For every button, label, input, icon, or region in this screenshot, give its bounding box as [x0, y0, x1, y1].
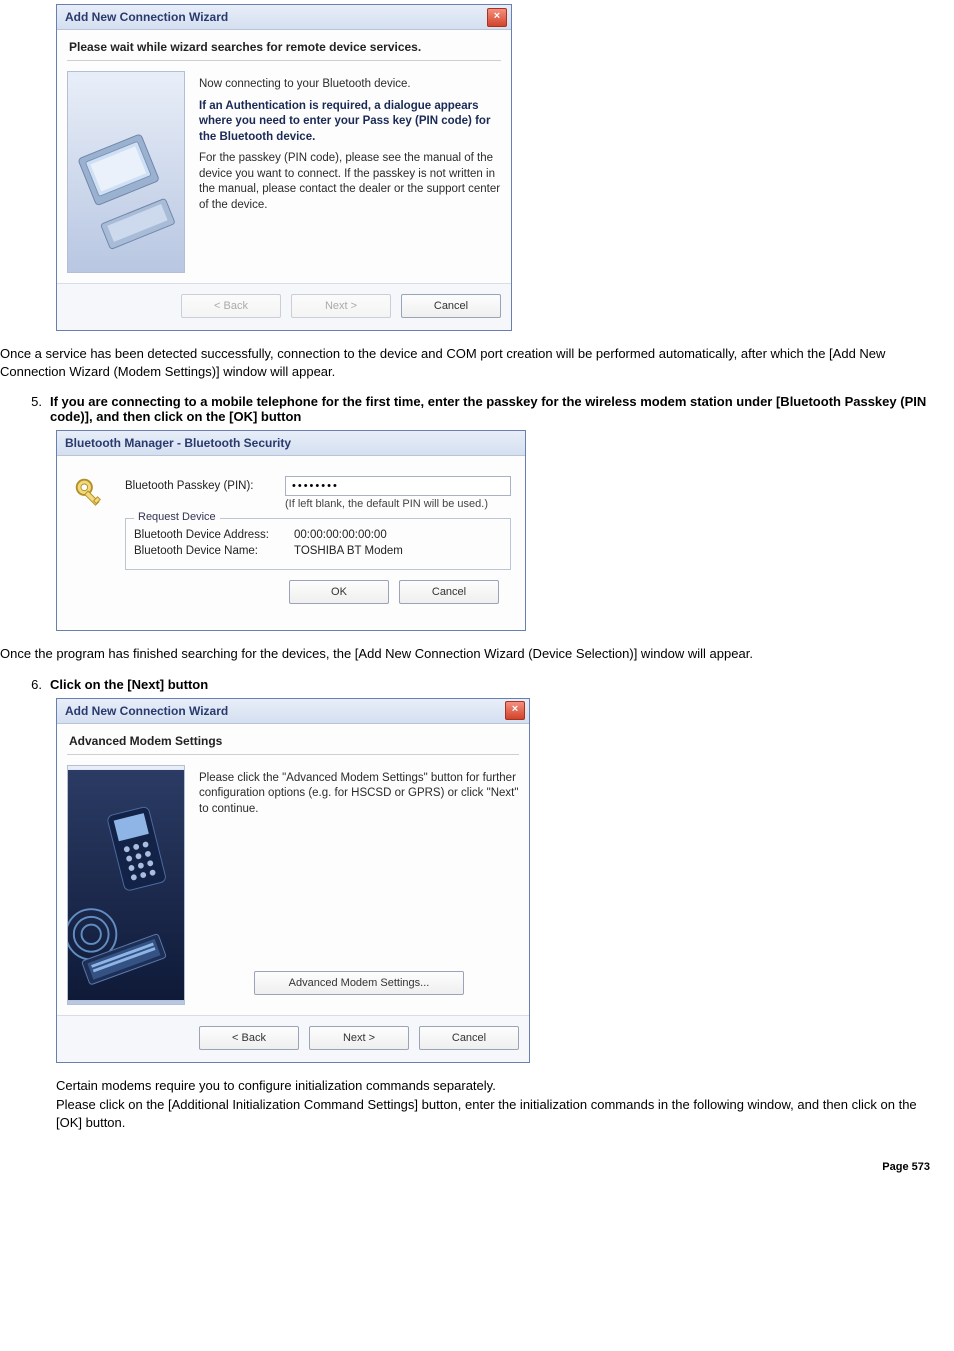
device-address-value: 00:00:00:00:00:00 [294, 529, 502, 541]
add-new-connection-wizard-1: Add New Connection Wizard × Please wait … [56, 4, 512, 331]
titlebar: Add New Connection Wizard × [57, 5, 511, 30]
connecting-text: Now connecting to your Bluetooth device. [199, 77, 501, 93]
request-device-group: Request Device Bluetooth Device Address:… [125, 518, 511, 570]
window-title: Add New Connection Wizard [65, 10, 487, 24]
device-name-value: TOSHIBA BT Modem [294, 545, 502, 557]
wizard-header: Please wait while wizard searches for re… [69, 40, 501, 54]
group-legend: Request Device [134, 511, 220, 523]
next-button[interactable]: Next > [309, 1026, 409, 1050]
device-address-label: Bluetooth Device Address: [134, 529, 294, 541]
explanation-para-2: Once the program has finished searching … [0, 645, 954, 663]
wizard-text: Please click the "Advanced Modem Setting… [199, 765, 519, 1005]
explanation-para-3a: Certain modems require you to configure … [56, 1077, 946, 1095]
step-5: 5. If you are connecting to a mobile tel… [18, 394, 944, 424]
step-number: 5. [18, 394, 42, 424]
titlebar: Bluetooth Manager - Bluetooth Security [57, 431, 525, 456]
cancel-button[interactable]: Cancel [399, 580, 499, 604]
wizard-illustration [67, 71, 185, 273]
back-button[interactable]: < Back [199, 1026, 299, 1050]
step-6: 6. Click on the [Next] button [18, 677, 944, 692]
wizard-header: Advanced Modem Settings [69, 734, 519, 748]
passkey-hint: (If left blank, the default PIN will be … [285, 498, 511, 510]
add-new-connection-wizard-2: Add New Connection Wizard × Advanced Mod… [56, 698, 530, 1063]
advanced-modem-settings-button[interactable]: Advanced Modem Settings... [254, 971, 464, 995]
wizard-text: Now connecting to your Bluetooth device.… [199, 71, 501, 273]
step-number: 6. [18, 677, 42, 692]
passkey-help-text: For the passkey (PIN code), please see t… [199, 151, 501, 213]
passkey-input[interactable] [285, 476, 511, 496]
next-button: Next > [291, 294, 391, 318]
cancel-button[interactable]: Cancel [419, 1026, 519, 1050]
explanation-para-3b: Please click on the [Additional Initiali… [56, 1096, 946, 1131]
advanced-settings-text: Please click the "Advanced Modem Setting… [199, 771, 519, 818]
step-text: Click on the [Next] button [50, 677, 208, 692]
window-title: Add New Connection Wizard [65, 704, 505, 718]
wizard-illustration [67, 765, 185, 1005]
back-button: < Back [181, 294, 281, 318]
window-title: Bluetooth Manager - Bluetooth Security [65, 436, 521, 450]
explanation-para-1: Once a service has been detected success… [0, 345, 954, 380]
close-icon[interactable]: × [487, 8, 507, 27]
close-icon[interactable]: × [505, 701, 525, 720]
key-icon [71, 474, 109, 512]
ok-button[interactable]: OK [289, 580, 389, 604]
bluetooth-security-dialog: Bluetooth Manager - Bluetooth Security B… [56, 430, 526, 631]
passkey-label: Bluetooth Passkey (PIN): [125, 480, 285, 492]
device-name-label: Bluetooth Device Name: [134, 545, 294, 557]
auth-required-text: If an Authentication is required, a dial… [199, 99, 501, 146]
titlebar: Add New Connection Wizard × [57, 699, 529, 724]
page-number: Page 573 [0, 1143, 954, 1183]
cancel-button[interactable]: Cancel [401, 294, 501, 318]
step-text: If you are connecting to a mobile teleph… [50, 394, 926, 424]
